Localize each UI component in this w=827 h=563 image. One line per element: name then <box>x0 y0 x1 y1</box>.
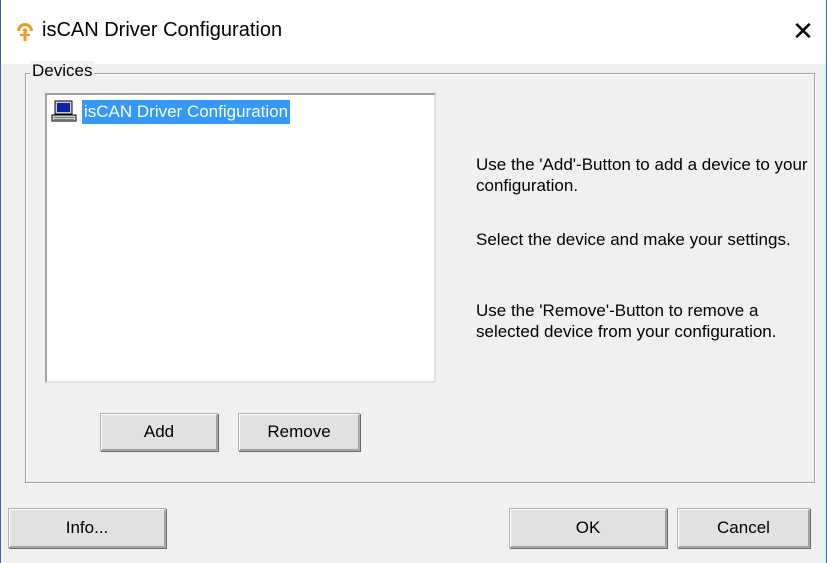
remove-button[interactable]: Remove <box>238 413 360 451</box>
title-bar[interactable]: isCAN Driver Configuration ✕ <box>1 0 826 64</box>
ok-button[interactable]: OK <box>509 508 667 548</box>
window-title: isCAN Driver Configuration <box>42 19 283 41</box>
help-text-add: Use the 'Add'-Button to add a device to … <box>476 155 808 195</box>
add-button[interactable]: Add <box>100 413 218 451</box>
cancel-button[interactable]: Cancel <box>677 508 810 548</box>
help-text-select: Select the device and make your settings… <box>476 230 791 249</box>
devices-group-label: Devices <box>30 61 95 81</box>
close-button[interactable]: ✕ <box>780 8 826 54</box>
list-item[interactable]: isCAN Driver Configuration <box>50 100 291 124</box>
app-logo-icon <box>17 23 33 41</box>
dialog-window: isCAN Driver Configuration ✕ Devices isC… <box>0 0 827 563</box>
computer-icon <box>51 100 77 122</box>
help-text-remove: Use the 'Remove'-Button to remove a sele… <box>476 301 777 341</box>
close-icon: ✕ <box>792 15 814 46</box>
device-label: isCAN Driver Configuration <box>82 100 291 124</box>
device-list[interactable]: isCAN Driver Configuration <box>45 93 436 383</box>
info-button[interactable]: Info... <box>8 508 166 548</box>
